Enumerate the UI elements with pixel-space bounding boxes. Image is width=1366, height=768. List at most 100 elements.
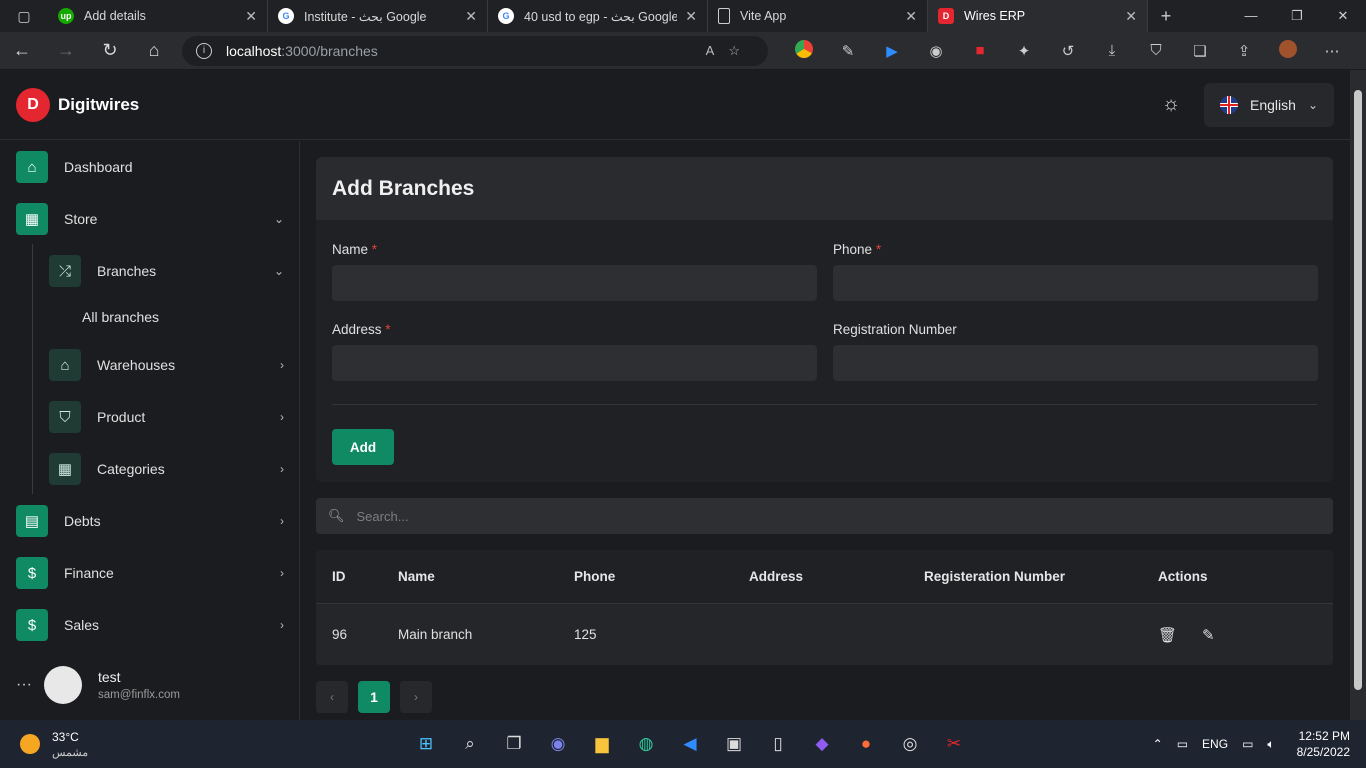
clock[interactable]: 12:52 PM 8/25/2022 (1297, 728, 1350, 760)
github-icon[interactable]: ◉ (914, 42, 958, 60)
app-root: D Digitwires ☼ English ⌄ ⌂ Dashboard ▦ S… (0, 70, 1350, 720)
language-indicator[interactable]: ENG (1202, 737, 1228, 751)
browser-tab-2[interactable]: G Institute - بحث Google ✕ (268, 0, 488, 32)
terminal-icon[interactable]: ▣ (712, 726, 756, 762)
sidebar-item-categories[interactable]: ▦ Categories › (49, 452, 284, 486)
more-icon[interactable]: ⋯ (1310, 42, 1354, 60)
page-1-button[interactable]: 1 (358, 681, 390, 713)
close-window-icon[interactable]: ✕ (1320, 8, 1366, 24)
sidebar-item-all-branches[interactable]: All branches (82, 300, 284, 334)
tab-actions-icon[interactable]: ▢ (0, 8, 48, 25)
monitor-icon[interactable]: ▭ (1242, 737, 1253, 751)
azure-icon[interactable]: ▶ (870, 42, 914, 60)
weather-widget[interactable]: 33°C مشمس (0, 730, 200, 759)
cell-name: Main branch (398, 627, 473, 642)
tab-title: Wires ERP (964, 9, 1026, 23)
volume-icon[interactable]: 🔈︎ (1267, 737, 1274, 752)
home-icon[interactable]: ⌂ (132, 40, 176, 61)
puzzle-icon[interactable]: ✦ (1002, 42, 1046, 60)
shield-icon[interactable]: ⛉ (1134, 42, 1178, 59)
history-icon[interactable]: ↺ (1046, 42, 1090, 60)
next-page-button[interactable]: › (400, 681, 432, 713)
refresh-icon[interactable]: ↻ (88, 40, 132, 61)
edit-icon[interactable]: ✎ (1202, 626, 1246, 644)
user-profile[interactable]: ··· test sam@finflx.com (16, 663, 284, 707)
minimize-icon[interactable]: — (1228, 8, 1274, 24)
cell-actions: 🗑︎ ✎ (1158, 626, 1333, 644)
registration-input[interactable] (833, 345, 1318, 381)
browser-tab-5[interactable]: D Wires ERP ✕ (928, 0, 1148, 32)
close-tab-icon[interactable]: ✕ (465, 8, 477, 25)
chrome-extension-icon[interactable] (782, 39, 826, 62)
language-select[interactable]: English ⌄ (1204, 82, 1334, 127)
sidebar-item-warehouses[interactable]: ⌂ Warehouses › (49, 348, 284, 382)
sidebar-item-branches[interactable]: ⤮ Branches ⌄ (49, 254, 284, 288)
logo[interactable]: D Digitwires (16, 87, 139, 122)
postman-icon[interactable]: ● (844, 726, 888, 762)
chat-icon[interactable]: ◉ (536, 726, 580, 762)
name-input[interactable] (332, 265, 817, 301)
chevron-up-icon[interactable]: ⌃ (1153, 737, 1163, 751)
sidebar-item-label: Dashboard (64, 159, 133, 175)
sidebar: ⌂ Dashboard ▦ Store ⌄ ⤮ Branches ⌄ All b… (0, 141, 300, 720)
scrollbar-thumb[interactable] (1354, 90, 1362, 690)
document-icon[interactable]: ▯ (756, 726, 800, 762)
address-field-group: Address * (332, 322, 817, 381)
download-icon[interactable]: ⤓ (1090, 42, 1134, 59)
phone-input[interactable] (833, 265, 1318, 301)
taskbar-apps: ⊞ ⌕ ❐ ◉ ▆ ◍ ◀ ▣ ▯ ◆ ● ◎ ✂ (404, 726, 976, 762)
eyedropper-icon[interactable]: ✎ (826, 42, 870, 60)
sidebar-item-dashboard[interactable]: ⌂ Dashboard (16, 150, 284, 184)
theme-toggle-sun-icon[interactable]: ☼ (1156, 90, 1186, 120)
address-label: Address * (332, 322, 391, 337)
page-scrollbar[interactable] (1350, 70, 1366, 720)
sidebar-item-finance[interactable]: $ Finance › (16, 556, 284, 590)
close-tab-icon[interactable]: ✕ (905, 8, 917, 25)
more-dots-icon[interactable]: ··· (16, 676, 44, 694)
trash-icon[interactable]: 🗑︎ (1158, 626, 1202, 644)
obs-icon[interactable]: ◎ (888, 726, 932, 762)
browser-tab-4[interactable]: Vite App ✕ (708, 0, 928, 32)
col-name: Name (398, 569, 435, 584)
restore-icon[interactable]: ❐ (1274, 8, 1320, 24)
sidebar-item-store[interactable]: ▦ Store ⌄ (16, 202, 284, 236)
search-icon[interactable]: ⌕ (448, 726, 492, 762)
windows-start-icon[interactable]: ⊞ (404, 726, 448, 762)
address-bar[interactable]: i localhost :3000/branches A☆ (182, 35, 768, 66)
digitwires-logo-icon: D (16, 87, 50, 122)
obsidian-icon[interactable]: ◆ (800, 726, 844, 762)
name-field-group: Name * (332, 242, 817, 301)
forward-icon[interactable]: → (44, 40, 88, 61)
sidebar-item-product[interactable]: ⛉ Product › (49, 400, 284, 434)
new-tab-button[interactable]: + (1148, 6, 1184, 27)
weather-desc: مشمس (52, 746, 89, 759)
profile-avatar-icon[interactable] (1266, 39, 1310, 62)
terminal-tray-icon[interactable]: ▭ (1177, 737, 1188, 751)
branches-table: ID Name Phone Address Registeration Numb… (316, 550, 1333, 665)
add-button[interactable]: Add (332, 429, 394, 465)
info-icon[interactable]: i (196, 42, 212, 59)
close-tab-icon[interactable]: ✕ (685, 8, 697, 25)
task-view-icon[interactable]: ❐ (492, 726, 536, 762)
read-aloud-favorite-icons[interactable]: A☆ (706, 43, 754, 59)
back-icon[interactable]: ← (0, 40, 44, 61)
window-controls: — ❐ ✕ (1228, 8, 1366, 24)
home-icon: ⌂ (16, 151, 48, 183)
close-tab-icon[interactable]: ✕ (245, 8, 257, 25)
edge-icon[interactable]: ◍ (624, 726, 668, 762)
close-tab-icon[interactable]: ✕ (1125, 8, 1137, 25)
browser-tab-1[interactable]: up Add details ✕ (48, 0, 268, 32)
sidebar-item-debts[interactable]: ▤ Debts › (16, 504, 284, 538)
extension-red-icon[interactable]: ■ (958, 42, 1002, 59)
share-icon[interactable]: ⇪ (1222, 42, 1266, 60)
vscode-icon[interactable]: ◀ (668, 726, 712, 762)
address-input[interactable] (332, 345, 817, 381)
collections-icon[interactable]: ❏ (1178, 42, 1222, 60)
browser-tab-3[interactable]: G 40 usd to egp - بحث Google ✕ (488, 0, 708, 32)
sidebar-item-sales[interactable]: $ Sales › (16, 608, 284, 642)
user-info: test sam@finflx.com (98, 669, 180, 701)
snipping-tool-icon[interactable]: ✂ (932, 726, 976, 762)
file-explorer-icon[interactable]: ▆ (580, 726, 624, 762)
prev-page-button[interactable]: ‹ (316, 681, 348, 713)
search-input[interactable] (356, 508, 1321, 524)
